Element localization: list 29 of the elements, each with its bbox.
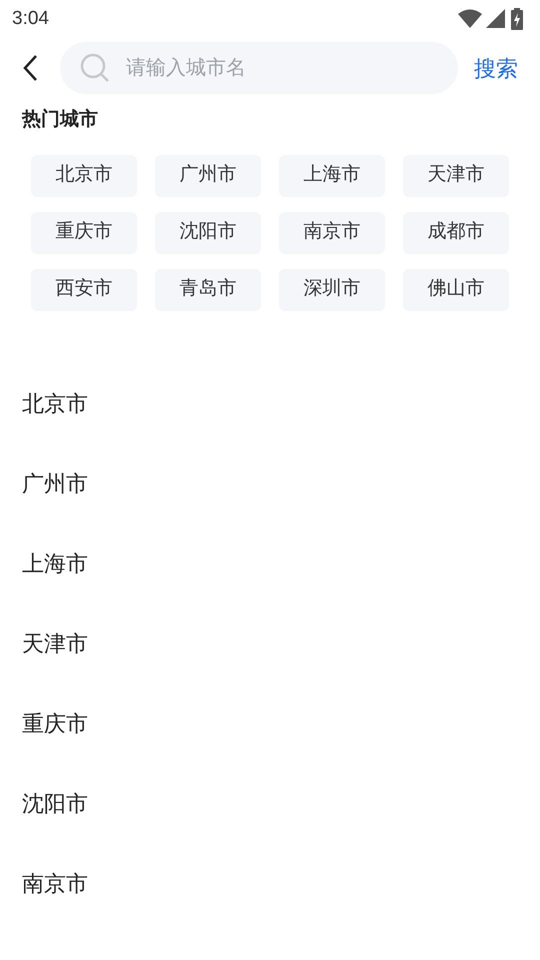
city-chip[interactable]: 广州市 [155, 154, 261, 196]
city-chip[interactable]: 重庆市 [31, 212, 137, 254]
battery-charging-icon [510, 8, 524, 30]
city-chip[interactable]: 成都市 [403, 212, 509, 254]
wifi-icon [458, 9, 482, 29]
search-button[interactable]: 搜索 [474, 52, 518, 84]
city-list-item[interactable]: 南京市 [22, 867, 88, 900]
city-list-item[interactable]: 广州市 [22, 467, 88, 500]
city-list-item[interactable]: 天津市 [22, 627, 88, 660]
city-chip[interactable]: 青岛市 [155, 268, 261, 310]
city-list-item[interactable]: 重庆市 [22, 707, 88, 740]
city-chip[interactable]: 上海市 [279, 154, 385, 196]
city-chip[interactable]: 南京市 [279, 212, 385, 254]
city-list-item[interactable]: 沈阳市 [22, 787, 88, 820]
search-icon [80, 53, 110, 83]
status-time: 3:04 [12, 6, 49, 31]
search-bar[interactable]: 请输入城市名 [60, 42, 458, 94]
signal-icon [486, 9, 506, 29]
city-chip[interactable]: 深圳市 [279, 268, 385, 310]
city-list-item[interactable]: 北京市 [22, 387, 88, 420]
search-input[interactable]: 请输入城市名 [126, 53, 438, 83]
city-list-item[interactable]: 上海市 [22, 547, 88, 580]
city-chip[interactable]: 北京市 [31, 154, 137, 196]
city-chip[interactable]: 天津市 [403, 154, 509, 196]
city-chip[interactable]: 西安市 [31, 268, 137, 310]
back-icon [22, 54, 38, 82]
city-chip[interactable]: 佛山市 [403, 268, 509, 310]
city-chip[interactable]: 沈阳市 [155, 212, 261, 254]
section-title: 热门城市 [20, 108, 99, 132]
